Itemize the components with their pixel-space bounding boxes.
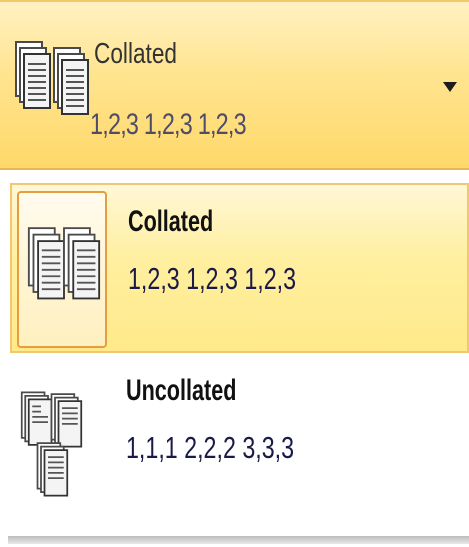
collated-pages-icon [27,227,101,300]
dropdown-arrow-icon[interactable] [443,82,457,92]
menu-item-subtitle: 1,2,3 1,2,3 1,2,3 [128,261,297,296]
menu-item-uncollated[interactable]: Uncollated 1,1,1 2,2,2 3,3,3 [10,364,469,534]
dropdown-title: Collated [94,38,177,70]
menu-item-title: Collated [128,205,214,238]
dropdown-top-border [0,0,469,2]
collation-dropdown[interactable]: Collated 1,2,3 1,2,3 1,2,3 [0,0,469,170]
collated-pages-icon [15,41,89,115]
item-icon-box [17,191,107,348]
dropdown-subtitle: 1,2,3 1,2,3 1,2,3 [90,108,247,141]
menu-item-subtitle: 1,1,1 2,2,2 3,3,3 [126,430,295,465]
menu-bottom-shadow [8,536,469,544]
menu-item-title: Uncollated [126,374,237,407]
menu-item-collated[interactable]: Collated 1,2,3 1,2,3 1,2,3 [10,183,469,353]
uncollated-pages-icon [20,391,83,497]
